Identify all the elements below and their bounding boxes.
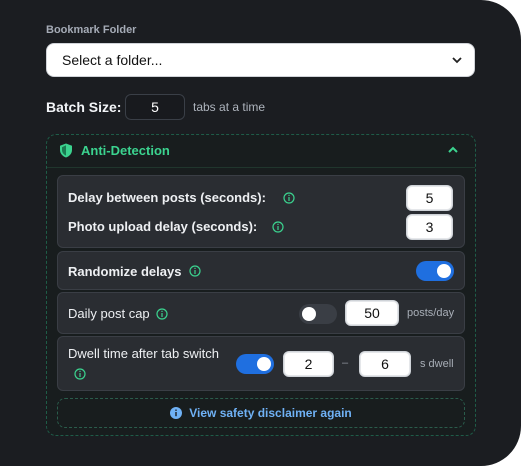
anti-detection-title: Anti-Detection: [81, 143, 170, 158]
dwell-min-input[interactable]: 2: [283, 351, 334, 377]
photo-delay-label: Photo upload delay (seconds):: [68, 219, 258, 234]
randomize-toggle[interactable]: [416, 261, 454, 281]
anti-detection-header[interactable]: Anti-Detection: [59, 143, 170, 158]
toggle-knob: [437, 264, 451, 278]
photo-delay-input[interactable]: 3: [406, 214, 453, 240]
info-icon[interactable]: [272, 221, 284, 233]
dwell-toggle[interactable]: [236, 354, 274, 374]
chevron-down-icon: [452, 57, 462, 64]
dwell-unit: s dwell: [420, 358, 454, 370]
settings-panel: Bookmark Folder Select a folder... Batch…: [0, 0, 521, 466]
daily-cap-toggle[interactable]: [299, 304, 337, 324]
delay-settings-card: [57, 175, 465, 248]
info-icon[interactable]: [283, 192, 295, 204]
dwell-max-input[interactable]: 6: [359, 351, 411, 377]
delay-posts-input[interactable]: 5: [406, 185, 453, 211]
dwell-label: Dwell time after tab switch: [68, 346, 219, 361]
shield-icon: [60, 143, 72, 158]
bookmark-folder-value: Select a folder...: [62, 52, 163, 68]
daily-cap-input[interactable]: 50: [345, 300, 399, 326]
view-disclaimer-label: View safety disclaimer again: [189, 406, 352, 420]
info-icon[interactable]: [156, 308, 168, 320]
delay-posts-label: Delay between posts (seconds):: [68, 190, 266, 205]
info-icon[interactable]: [189, 265, 201, 277]
randomize-label: Randomize delays: [68, 264, 182, 279]
info-icon[interactable]: [74, 368, 86, 380]
batch-size-suffix: tabs at a time: [193, 100, 266, 114]
batch-size-label: Batch Size:: [46, 99, 122, 115]
toggle-knob: [302, 307, 316, 321]
anti-detection-divider: [47, 167, 475, 168]
view-disclaimer-button[interactable]: View safety disclaimer again: [57, 398, 465, 428]
info-icon: [170, 407, 183, 419]
batch-size-input[interactable]: 5: [125, 94, 185, 120]
daily-cap-unit: posts/day: [407, 307, 455, 319]
bookmark-folder-select[interactable]: Select a folder...: [46, 43, 475, 77]
bookmark-folder-label: Bookmark Folder: [46, 24, 137, 36]
dwell-range-dash: –: [342, 357, 349, 369]
toggle-knob: [257, 357, 271, 371]
daily-cap-label: Daily post cap: [68, 306, 150, 321]
chevron-up-icon[interactable]: [446, 143, 460, 157]
